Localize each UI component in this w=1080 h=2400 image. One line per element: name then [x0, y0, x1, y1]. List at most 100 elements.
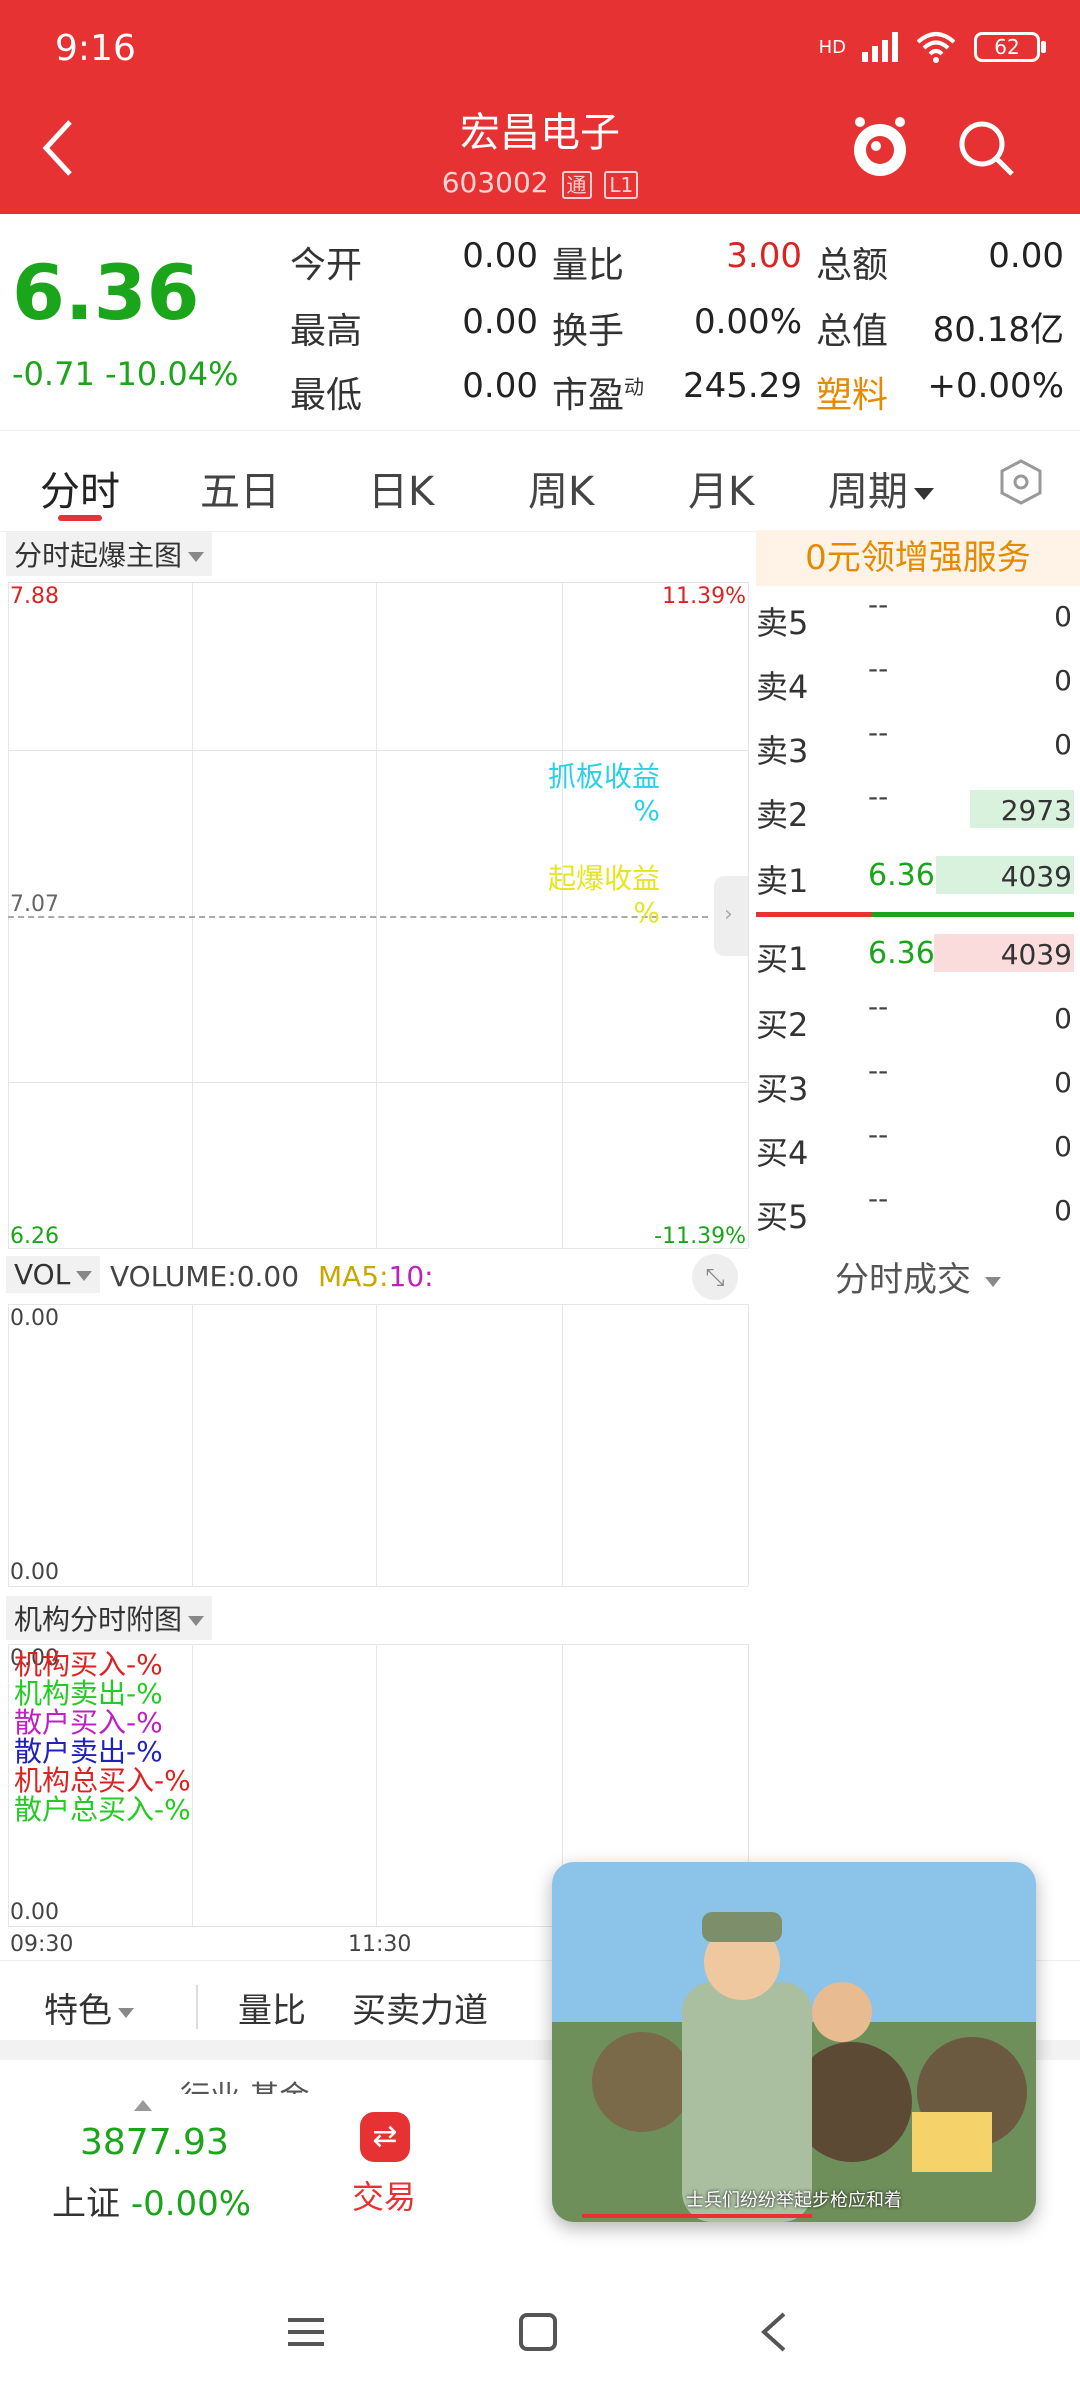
tab-five-day[interactable]: 五日 [200, 459, 280, 517]
price-axis-top: 7.88 [10, 584, 59, 609]
home-icon[interactable] [518, 2312, 558, 2352]
time-axis-start: 09:30 [10, 1932, 74, 1957]
ask2-label: 卖2 [756, 796, 809, 834]
collapse-handle[interactable]: › [714, 876, 748, 956]
index-summary[interactable]: 上证 -0.00% [52, 2176, 251, 2225]
price-change: -0.71 -10.04% [12, 355, 239, 393]
spread-bar-green [872, 912, 1074, 917]
main-chart-select[interactable]: 分时起爆主图 [6, 532, 213, 576]
video-frame [552, 1862, 1036, 2222]
tab-divider [196, 1985, 198, 2029]
trades-dropdown[interactable]: 分时成交 [756, 1252, 1080, 1301]
ask4-price: -- [868, 652, 889, 685]
time-axis-mid: 11:30 [348, 1932, 412, 1957]
partial-text: 行业 基金 [180, 2076, 310, 2094]
label-low: 最低 [290, 375, 363, 416]
indicator-tab-feature[interactable]: 特色 [44, 1983, 134, 2032]
floating-video-player[interactable]: 士兵们纷纷举起步枪应和着 [552, 1862, 1036, 2222]
promo-banner[interactable]: 0元领增强服务 [756, 530, 1080, 586]
index-value[interactable]: 3877.93 [80, 2122, 229, 2163]
vol-axis-bottom: 0.00 [10, 1560, 59, 1585]
ask5-label: 卖5 [756, 604, 809, 642]
tab-period[interactable]: 周期 [828, 459, 934, 517]
spread-bar-red [756, 912, 872, 917]
signal-icon [862, 32, 898, 62]
value-low: 0.00 [462, 366, 538, 406]
video-caption: 士兵们纷纷举起步枪应和着 [686, 2190, 902, 2211]
expand-up-icon[interactable] [134, 2100, 152, 2111]
wifi-icon [916, 32, 956, 63]
bid4-price: -- [868, 1118, 889, 1151]
sector-link[interactable]: 塑料 [816, 366, 888, 418]
trade-button-label[interactable]: 交易 [352, 2172, 416, 2218]
ask2-price: -- [868, 780, 889, 813]
battery-icon: 62 [974, 32, 1046, 62]
bid1-volume: 4039 [1000, 938, 1072, 971]
grab-return-label: 抓板收益% [547, 760, 660, 827]
bid2-price: -- [868, 990, 889, 1023]
bid2-volume: 0 [1054, 1002, 1072, 1035]
active-tab-indicator [58, 515, 102, 521]
expand-icon[interactable]: ⤡ [692, 1254, 738, 1300]
settings-hex-icon[interactable] [996, 457, 1046, 507]
legend-retail-buy: 散户买入-% [14, 1706, 163, 1739]
menu-icon[interactable] [286, 2312, 326, 2352]
legend-inst-buy: 机构买入-% [14, 1648, 163, 1681]
ask5-volume: 0 [1054, 600, 1072, 633]
ask1-volume: 4039 [1000, 860, 1072, 893]
tag-tong: 通 [561, 171, 592, 199]
value-turnover: 0.00% [693, 302, 802, 342]
value-amount: 0.00 [988, 236, 1064, 276]
vol-select[interactable]: VOL [6, 1256, 101, 1293]
indicator-tab-volume-ratio[interactable]: 量比 [238, 1983, 306, 2032]
bid1-price: 6.36 [868, 936, 935, 971]
price-axis-mid: 7.07 [10, 892, 59, 917]
pct-axis-top: 11.39% [662, 584, 746, 609]
bid2-label: 买2 [756, 1006, 809, 1044]
value-volume-ratio: 3.00 [726, 236, 802, 276]
bid4-label: 买4 [756, 1134, 809, 1172]
nav-back-icon[interactable] [758, 2310, 788, 2354]
ask4-label: 卖4 [756, 668, 809, 706]
stock-name: 宏昌电子 [460, 110, 620, 156]
ask4-volume: 0 [1054, 664, 1072, 697]
bid3-label: 买3 [756, 1070, 809, 1108]
indicator-tab-force[interactable]: 买卖力道 [352, 1983, 488, 2032]
chart-tabs: 分时 五日 日K 周K 月K 周期 [0, 430, 1080, 532]
ask3-volume: 0 [1054, 728, 1072, 761]
label-open: 今开 [290, 245, 363, 286]
search-icon[interactable] [956, 118, 1016, 178]
legend-retail-total-buy: 散户总买入-% [14, 1793, 191, 1826]
bid5-label: 买5 [756, 1198, 809, 1236]
app-header: 9:16 HD 62 宏昌电子 603002 通 L1 [0, 0, 1080, 214]
label-turnover: 换手 [552, 311, 625, 352]
tab-intraday[interactable]: 分时 [40, 459, 120, 517]
inst-axis-bottom: 0.00 [10, 1900, 59, 1925]
trade-icon[interactable]: ⇄ [360, 2112, 410, 2162]
stock-code: 603002 [441, 166, 549, 199]
tab-monthly-k[interactable]: 月K [688, 459, 754, 517]
pct-axis-bottom: -11.39% [654, 1224, 746, 1249]
tab-weekly-k[interactable]: 周K [528, 459, 594, 517]
status-time: 9:16 [55, 28, 136, 69]
ask2-volume: 2973 [1000, 794, 1072, 827]
value-high: 0.00 [462, 302, 538, 342]
current-price: 6.36 [12, 248, 200, 337]
bid1-label: 买1 [756, 940, 809, 978]
assistant-icon[interactable] [848, 112, 912, 182]
stock-code-line: 603002 通 L1 [0, 166, 1080, 199]
ask3-label: 卖3 [756, 732, 809, 770]
bid3-volume: 0 [1054, 1066, 1072, 1099]
bid5-price: -- [868, 1182, 889, 1215]
label-pe: 市盈动 [552, 375, 645, 416]
inst-chart-select[interactable]: 机构分时附图 [6, 1596, 213, 1640]
label-volume-ratio: 量比 [552, 245, 625, 286]
bid3-price: -- [868, 1054, 889, 1087]
sector-change: +0.00% [927, 366, 1065, 406]
value-open: 0.00 [462, 236, 538, 276]
tab-daily-k[interactable]: 日K [368, 459, 434, 517]
price-axis-bottom: 6.26 [10, 1224, 59, 1249]
burst-return-label: 起爆收益% [547, 862, 660, 929]
network-label: HD [818, 36, 846, 58]
inst-legend: 机构买入-% 机构卖出-% 散户买入-% 散户卖出-% 机构总买入-% 散户总买… [14, 1650, 191, 1824]
